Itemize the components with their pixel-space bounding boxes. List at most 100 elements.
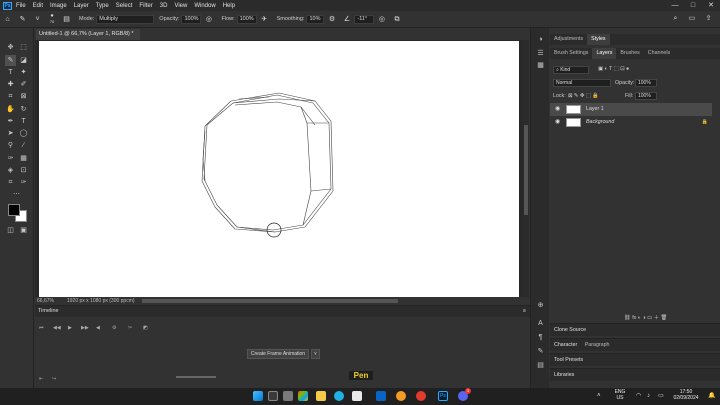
quick-mask-icon[interactable]: ◫	[5, 225, 16, 236]
properties-icon[interactable]: ☰	[535, 48, 546, 59]
chevron-down-icon[interactable]: ˅	[311, 349, 320, 359]
share-icon[interactable]: ⇪	[704, 14, 713, 23]
brush-preset-picker[interactable]: ● 70	[45, 13, 59, 25]
move-tool-icon[interactable]: ✥	[5, 42, 16, 53]
symmetry-icon[interactable]: ⧉	[392, 15, 401, 24]
tool-presets-icon[interactable]: ✎	[535, 346, 546, 357]
file-explorer-icon[interactable]	[316, 391, 326, 401]
tab-paragraph[interactable]: Paragraph	[585, 342, 610, 348]
shape-tool-icon[interactable]: ◯	[18, 128, 29, 139]
workspace-icon[interactable]: ▭	[687, 14, 696, 23]
swatches-icon[interactable]: ▦	[535, 60, 546, 71]
task-view-icon[interactable]	[283, 391, 293, 401]
layer-actions[interactable]: ⛓ fx ◐ ◑ ▭ ＋ 🗑	[624, 313, 667, 321]
wifi-icon[interactable]: ◠	[636, 393, 641, 399]
angle-input[interactable]: -11°	[354, 14, 375, 24]
type-mask-icon[interactable]: T	[5, 67, 16, 78]
brush-tool-icon[interactable]: ✎	[5, 55, 16, 66]
volume-icon[interactable]: ♪	[647, 393, 650, 399]
lock-icons[interactable]: ⊠ ✎ ✥ ⬚ 🔒	[568, 93, 599, 99]
menu-filter[interactable]: Filter	[139, 3, 152, 9]
layer-row-background[interactable]: ◉ Background 🔒	[550, 116, 712, 129]
outlook-icon[interactable]	[376, 391, 386, 401]
smoothing-input[interactable]: 10%	[306, 14, 325, 24]
store-icon[interactable]	[352, 391, 362, 401]
frame-tool-icon[interactable]: ⊠	[18, 91, 29, 102]
menu-file[interactable]: File	[16, 3, 26, 9]
tab-layers[interactable]: Layers	[592, 48, 617, 59]
layer-opacity-input[interactable]: 100%	[635, 79, 657, 87]
prev-frame-icon[interactable]: ◀◀	[53, 325, 61, 331]
gradient-tool-icon[interactable]: ▦	[18, 153, 29, 164]
paint-bucket-icon[interactable]: ◈	[5, 165, 16, 176]
airbrush-icon[interactable]: ✈	[260, 15, 269, 24]
foreground-color-swatch[interactable]	[8, 204, 20, 216]
menu-layer[interactable]: Layer	[74, 3, 89, 9]
path-select-icon[interactable]: ➤	[5, 128, 16, 139]
copilot-icon[interactable]	[298, 391, 308, 401]
chevron-up-icon[interactable]: ˄	[597, 393, 601, 399]
menu-image[interactable]: Image	[50, 3, 67, 9]
horizontal-scroll-thumb[interactable]	[142, 299, 398, 303]
timeline-title[interactable]: Timeline	[38, 308, 59, 314]
pressure-size-icon[interactable]: ◎	[377, 15, 386, 24]
marquee-tool-icon[interactable]: ⬚	[18, 42, 29, 53]
canvas[interactable]	[39, 41, 519, 297]
mode-select[interactable]: Multiply	[96, 14, 155, 24]
color-sampler-icon[interactable]: ✑	[18, 177, 29, 188]
tab-brushes[interactable]: Brushes	[616, 48, 643, 59]
menu-window[interactable]: Window	[194, 3, 215, 9]
timeline-footer-icon[interactable]: ⇤	[39, 376, 43, 382]
crop-tool-icon[interactable]: ⌗	[5, 91, 16, 102]
line-tool-icon[interactable]: ∕	[18, 140, 29, 151]
menu-edit[interactable]: Edit	[33, 3, 43, 9]
flow-input[interactable]: 100%	[236, 14, 257, 24]
close-window-button[interactable]: ✕	[702, 0, 720, 11]
character-icon[interactable]: A	[535, 318, 546, 329]
search-icon[interactable]	[268, 391, 278, 401]
create-frame-animation-button[interactable]: Create Frame Animation	[247, 349, 309, 359]
screen-mode-icon[interactable]: ▣	[18, 225, 29, 236]
vertical-scroll-thumb[interactable]	[524, 125, 528, 215]
more-tools-icon[interactable]: ⋯	[11, 189, 22, 200]
photoshop-taskbar-icon[interactable]: Ps	[438, 391, 448, 401]
first-frame-icon[interactable]: ⏮	[39, 325, 44, 331]
maximize-button[interactable]: □	[684, 0, 702, 11]
eye-icon[interactable]: ◉	[555, 116, 560, 129]
language-indicator[interactable]: ENG US	[610, 389, 630, 401]
eye-icon[interactable]: ◉	[555, 103, 560, 116]
timeline-footer-icon-2[interactable]: ↪	[52, 376, 56, 382]
clone-icon[interactable]: ⊕	[535, 300, 546, 311]
history-icon[interactable]: ◑	[535, 34, 546, 45]
opacity-input[interactable]: 100%	[181, 14, 202, 24]
tab-adjustments[interactable]: Adjustments	[550, 34, 587, 45]
type-tool-icon[interactable]: T	[18, 116, 29, 127]
menu-view[interactable]: View	[174, 3, 187, 9]
pressure-opacity-icon[interactable]: ◎	[204, 15, 213, 24]
hand-tool-icon[interactable]: ✋	[5, 104, 16, 115]
gear-icon[interactable]: ⚙	[327, 15, 336, 24]
clock[interactable]: 17:50 02/09/2024	[670, 389, 702, 401]
timeline-zoom-slider[interactable]	[176, 376, 216, 378]
split-icon[interactable]: ✂	[128, 325, 132, 331]
brush-alt-icon[interactable]: ✐	[18, 79, 29, 90]
document-info[interactable]: 1920 px x 1080 px (300 ppcm)	[67, 297, 135, 305]
settings-icon[interactable]: ⚙	[112, 325, 116, 331]
zoom-level[interactable]: 66,67%	[37, 297, 54, 305]
layer-fill-input[interactable]: 100%	[635, 92, 657, 100]
next-frame-icon[interactable]: ▶▶	[81, 325, 89, 331]
filter-icons[interactable]: ▣ ◐ T ⬚ ⊡ ●	[598, 66, 629, 72]
brush-tool-icon[interactable]: ✎	[18, 15, 27, 24]
chrome-icon[interactable]	[416, 391, 426, 401]
menu-help[interactable]: Help	[223, 3, 235, 9]
blend-mode-select[interactable]: Normal	[553, 79, 611, 87]
brush-settings-icon[interactable]: ▤	[62, 15, 71, 24]
chevron-down-icon[interactable]: ˅	[33, 15, 42, 24]
libraries-icon[interactable]: ▤	[535, 360, 546, 371]
blender-icon[interactable]	[396, 391, 406, 401]
play-icon[interactable]: ▶	[68, 325, 72, 331]
transition-icon[interactable]: ◩	[143, 325, 148, 331]
tab-channels[interactable]: Channels	[644, 48, 674, 59]
layer-filter-kind[interactable]: ⌕ Kind	[553, 66, 589, 74]
paragraph-icon[interactable]: ¶	[535, 332, 546, 343]
